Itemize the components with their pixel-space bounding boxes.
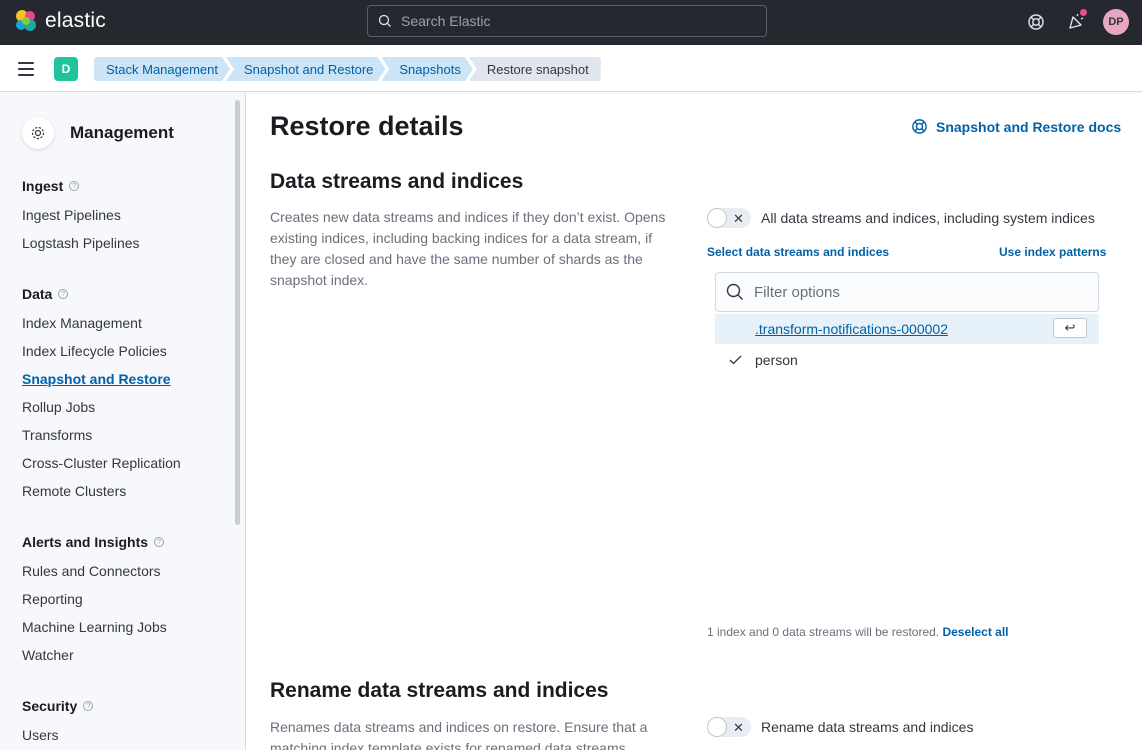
sidebar-item-logstash-pipelines[interactable]: Logstash Pipelines [22, 235, 140, 251]
help-icon[interactable]: ? [69, 181, 80, 191]
top-header: elastic DP [0, 0, 1142, 45]
help-icon[interactable]: ? [154, 537, 165, 547]
section-description-rename: Renames data streams and indices on rest… [270, 719, 648, 750]
section-title-rename: Rename data streams and indices [270, 679, 609, 702]
sidebar-header: Management [22, 117, 174, 149]
page-title: Restore details [270, 111, 464, 141]
nav-group-label: Ingest [22, 178, 64, 194]
space-avatar[interactable]: D [54, 57, 78, 81]
all-indices-toggle[interactable]: ✕ All data streams and indices, includin… [707, 208, 1095, 228]
sidebar-item-ingest-pipelines[interactable]: Ingest Pipelines [22, 207, 121, 223]
help-icon[interactable]: ? [83, 701, 94, 711]
use-index-patterns-link[interactable]: Use index patterns [999, 245, 1106, 259]
global-search[interactable] [367, 5, 767, 37]
nav-group-label: Security [22, 698, 78, 714]
sidebar-item-watcher[interactable]: Watcher [22, 647, 74, 663]
restore-summary: 1 index and 0 data streams will be resto… [707, 625, 1009, 639]
nav-group-label: Alerts and Insights [22, 534, 149, 550]
toggle-knob [707, 717, 727, 737]
nav-group-data: Data? [22, 286, 69, 302]
check-icon [715, 355, 755, 365]
search-input[interactable] [401, 13, 741, 29]
close-icon: ✕ [733, 211, 744, 226]
list-item[interactable]: person [715, 345, 1099, 375]
docs-link[interactable]: Snapshot and Restore docs [911, 118, 1121, 135]
sidebar-scrollbar[interactable] [235, 100, 240, 525]
nav-group-ingest: Ingest? [22, 178, 80, 194]
breadcrumb-snapshots[interactable]: Snapshots [381, 57, 472, 81]
sidebar-item-snapshot-and-restore[interactable]: Snapshot and Restore [22, 371, 171, 387]
sidebar-item-index-management[interactable]: Index Management [22, 315, 142, 331]
sidebar-item-rollup-jobs[interactable]: Rollup Jobs [22, 399, 95, 415]
sidebar-title: Management [70, 123, 174, 142]
breadcrumb-restore-snapshot: Restore snapshot [468, 57, 601, 81]
sidebar-item-rules-and-connectors[interactable]: Rules and Connectors [22, 563, 161, 579]
nav-group-security: Security? [22, 698, 94, 714]
section-description-data-streams: Creates new data streams and indices if … [270, 209, 666, 288]
option-label: person [755, 352, 798, 368]
list-item[interactable]: .transform-notifications-000002 ↩ [715, 314, 1099, 344]
gear-icon [22, 117, 54, 149]
breadcrumb: Stack Management Snapshot and Restore Sn… [94, 57, 601, 81]
main-content: Restore details Snapshot and Restore doc… [246, 93, 1142, 750]
nav-group-label: Data [22, 286, 53, 302]
filter-options-field[interactable] [715, 272, 1099, 312]
sidebar-item-index-lifecycle-policies[interactable]: Index Lifecycle Policies [22, 343, 167, 359]
toggle-knob [707, 208, 727, 228]
sidebar-item-cross-cluster-replication[interactable]: Cross-Cluster Replication [22, 455, 181, 471]
sidebar-item-machine-learning-jobs[interactable]: Machine Learning Jobs [22, 619, 167, 635]
search-icon [378, 14, 391, 27]
deselect-all-link[interactable]: Deselect all [942, 625, 1008, 639]
help-icon[interactable] [1025, 11, 1047, 33]
section-title-data-streams: Data streams and indices [270, 170, 524, 193]
menu-icon[interactable] [18, 62, 34, 76]
toggle-label: Rename data streams and indices [761, 719, 974, 735]
nav-group-alerts-and-insights: Alerts and Insights? [22, 534, 165, 550]
brand-name: elastic [45, 9, 106, 32]
docs-link-label: Snapshot and Restore docs [936, 118, 1122, 135]
enter-key-icon: ↩ [1053, 318, 1087, 338]
breadcrumb-stack-management[interactable]: Stack Management [94, 57, 230, 81]
search-icon [726, 283, 743, 300]
elastic-logo[interactable]: elastic [13, 8, 106, 34]
breadcrumb-bar: D Stack Management Snapshot and Restore … [0, 45, 1142, 92]
summary-text: 1 index and 0 data streams will be resto… [707, 625, 940, 639]
rename-toggle[interactable]: ✕ Rename data streams and indices [707, 717, 973, 737]
sidebar-item-reporting[interactable]: Reporting [22, 591, 83, 607]
toggle-switch[interactable]: ✕ [707, 717, 751, 737]
elastic-logo-icon [16, 10, 36, 31]
toggle-label: All data streams and indices, including … [761, 210, 1095, 226]
option-label[interactable]: .transform-notifications-000002 [755, 321, 948, 337]
filter-options-input[interactable] [754, 283, 1084, 301]
user-avatar[interactable]: DP [1103, 9, 1129, 35]
sidebar-item-remote-clusters[interactable]: Remote Clusters [22, 483, 126, 499]
close-icon: ✕ [733, 720, 744, 735]
help-icon [912, 119, 927, 134]
sidebar-item-transforms[interactable]: Transforms [22, 427, 92, 443]
sidebar: Management Ingest? Ingest Pipelines Logs… [0, 93, 246, 750]
breadcrumb-snapshot-and-restore[interactable]: Snapshot and Restore [226, 57, 385, 81]
notification-dot [1079, 8, 1088, 17]
select-indices-link[interactable]: Select data streams and indices [707, 245, 889, 259]
toggle-switch[interactable]: ✕ [707, 208, 751, 228]
sidebar-item-users[interactable]: Users [22, 727, 59, 743]
help-icon[interactable]: ? [58, 289, 69, 299]
